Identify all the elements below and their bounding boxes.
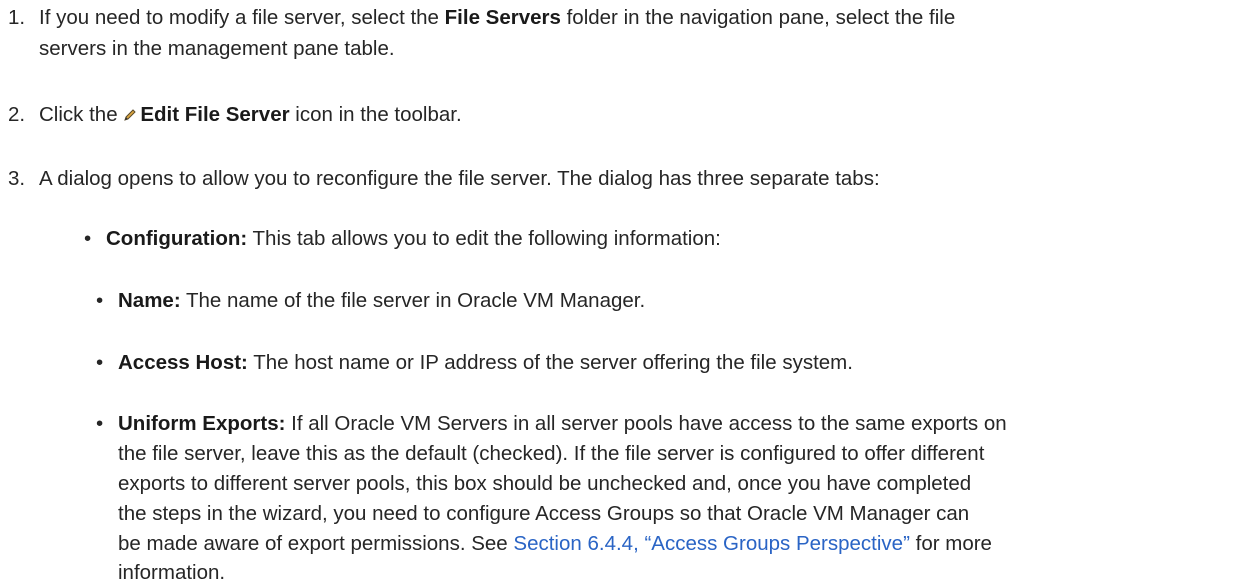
bullet-dot: •	[96, 289, 104, 312]
name-text: The name of the file server in Oracle VM…	[180, 289, 646, 312]
step-number: 3.	[8, 167, 26, 190]
bullet-dot: •	[84, 227, 92, 250]
step-1-text: If you need to modify a file server, sel…	[39, 6, 445, 29]
step-number: 1.	[8, 6, 26, 29]
file-servers-label: File Servers	[444, 6, 561, 29]
line-5-text-cont: for more	[909, 532, 992, 555]
configuration-text: This tab allows you to edit the followin…	[247, 227, 721, 250]
uniform-exports-line-6: information.	[118, 561, 226, 584]
step-1-line-1: 1. If you need to modify a file server, s…	[8, 2, 1251, 33]
uniform-exports-line-2: the file server, leave this as the defau…	[118, 442, 985, 465]
access-groups-perspective-link[interactable]: Section 6.4.4, “Access Groups Perspectiv…	[513, 532, 910, 555]
uniform-exports-line-4: the steps in the wizard, you need to con…	[118, 502, 970, 525]
bullet-dot: •	[96, 351, 104, 374]
line-5-text: be made aware of export permissions. See	[118, 532, 514, 555]
step-2-text-cont: icon in the toolbar.	[289, 103, 462, 126]
step-1-line-2: servers in the management pane table.	[39, 37, 395, 60]
name-label: Name:	[118, 289, 181, 312]
uniform-exports-line-1: If all Oracle VM Servers in all server p…	[285, 412, 1007, 435]
uniform-exports-label: Uniform Exports:	[118, 412, 286, 435]
access-host-label: Access Host:	[118, 351, 248, 374]
edit-file-server-label: Edit File Server	[140, 103, 290, 126]
step-2-text: Click the	[39, 103, 124, 126]
bullet-dot: •	[96, 412, 104, 435]
uniform-exports-line-3: exports to different server pools, this …	[118, 472, 972, 495]
step-1: 1. If you need to modify a file server, s…	[8, 2, 1251, 64]
step-1-text-cont: folder in the navigation pane, select th…	[560, 6, 956, 29]
uniform-exports-line-5: be made aware of export permissions. See…	[118, 529, 992, 559]
step-2: 2. Click the Edit File Server icon in the…	[8, 99, 1251, 130]
step-3: 3. A dialog opens to allow you to reconfi…	[8, 163, 1251, 194]
pencil-icon	[124, 109, 137, 121]
step-number: 2.	[8, 103, 26, 126]
document-page: 1. If you need to modify a file server, s…	[0, 0, 1251, 584]
access-host-text: The host name or IP address of the serve…	[247, 351, 853, 374]
configuration-label: Configuration:	[106, 227, 248, 250]
step-3-text: A dialog opens to allow you to reconfigu…	[39, 167, 880, 190]
